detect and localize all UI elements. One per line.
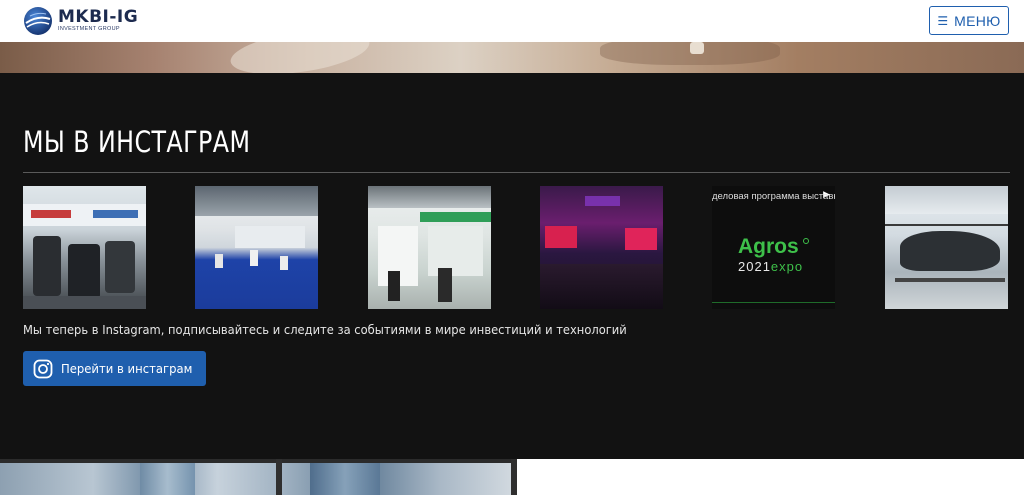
go-to-instagram-button[interactable]: Перейти в инстаграм [23, 351, 206, 386]
instagram-post-4[interactable] [540, 186, 663, 309]
logo-text: MKBI-IG [58, 7, 139, 28]
section-divider [23, 172, 1010, 173]
hamburger-icon: ☰ [937, 13, 949, 28]
instagram-post-1[interactable] [23, 186, 146, 309]
agros-logo-text: Agros [738, 235, 799, 258]
menu-button[interactable]: ☰ МЕНЮ [929, 6, 1009, 35]
instagram-post-5[interactable]: ▶ деловая программа выставки Agros 2021e… [712, 186, 835, 309]
bottom-section-image [0, 459, 517, 495]
instagram-icon [33, 359, 53, 378]
section-title: МЫ В ИНСТАГРАМ [23, 125, 251, 159]
instagram-section: МЫ В ИНСТАГРАМ ▶ деловая программа выста… [0, 73, 1024, 459]
instagram-post-3[interactable] [368, 186, 491, 309]
hero-image-bottom [0, 42, 1024, 73]
bottom-section-content [517, 459, 1024, 495]
agros-year: 2021expo [738, 259, 804, 274]
go-to-instagram-label: Перейти в инстаграм [61, 361, 193, 376]
logo[interactable]: MKBI-IG INVESTMENT GROUP [23, 4, 138, 38]
site-header: MKBI-IG INVESTMENT GROUP ☰ МЕНЮ [0, 0, 1024, 42]
registered-mark [803, 238, 809, 244]
instagram-description: Мы теперь в Instagram, подписывайтесь и … [23, 322, 627, 337]
instagram-post-6[interactable] [885, 186, 1008, 309]
menu-label: МЕНЮ [954, 12, 1001, 29]
instagram-post-2[interactable] [195, 186, 318, 309]
video-caption: деловая программа выставки [712, 191, 835, 202]
logo-subtitle: INVESTMENT GROUP [58, 26, 120, 33]
globe-logo-icon [24, 7, 52, 35]
